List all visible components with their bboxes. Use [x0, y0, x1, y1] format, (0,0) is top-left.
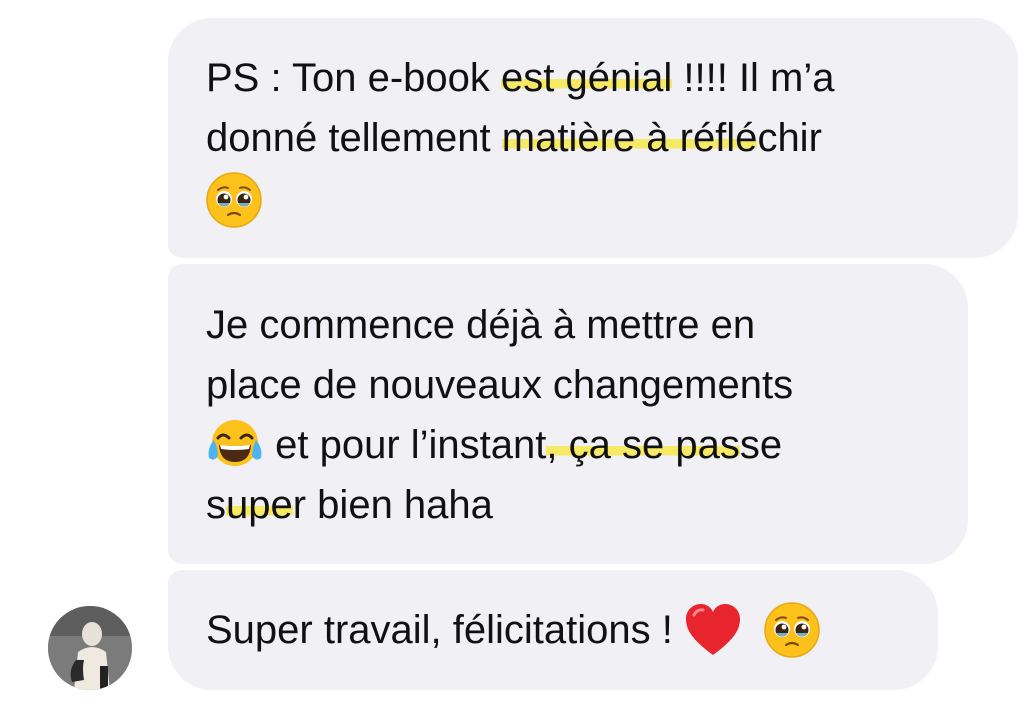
- message-bubble[interactable]: PS : Ton e-book est génial !!!! Il m’a d…: [168, 18, 1018, 258]
- message-text: !!!! Il m’a: [672, 56, 835, 100]
- message-line: et pour l’instant, ça se passe: [206, 415, 938, 475]
- message-text: se: [739, 423, 783, 467]
- message-line: PS : Ton e-book est génial !!!! Il m’a: [206, 48, 988, 108]
- message-line: Super travail, félicitations !: [206, 600, 908, 660]
- highlighted-text: matière à réflé: [501, 116, 758, 160]
- pleading-face-icon: [206, 172, 262, 229]
- avatar-photo: [48, 606, 132, 690]
- pleading-face-icon: [764, 602, 820, 659]
- message-text: s: [206, 483, 226, 527]
- message-text: Super travail, félicitations !: [206, 608, 684, 652]
- message-line: super bien haha: [206, 475, 938, 535]
- red-heart-icon: [684, 603, 742, 657]
- sender-avatar[interactable]: [48, 606, 132, 690]
- highlighted-text: est génial: [501, 56, 673, 100]
- message-text: PS : Ton e-book: [206, 56, 501, 100]
- message-line: donné tellement matière à réfléchir: [206, 108, 988, 168]
- highlighted-text: , ça se pas: [546, 423, 740, 467]
- message-line: Je commence déjà à mettre en: [206, 303, 756, 347]
- tears-of-joy-face-icon: [206, 418, 264, 468]
- message-bubble[interactable]: Je commence déjà à mettre en place de no…: [168, 264, 968, 564]
- message-text: r bien haha: [292, 483, 493, 527]
- message-text: donné tellement: [206, 116, 502, 160]
- message-text: chir: [757, 116, 822, 160]
- highlighted-text: upe: [226, 483, 293, 527]
- message-line: place de nouveaux changements: [206, 363, 794, 407]
- message-bubble[interactable]: Super travail, félicitations !: [168, 570, 938, 690]
- message-line: [206, 168, 988, 229]
- message-text: et pour l’instant: [264, 423, 547, 467]
